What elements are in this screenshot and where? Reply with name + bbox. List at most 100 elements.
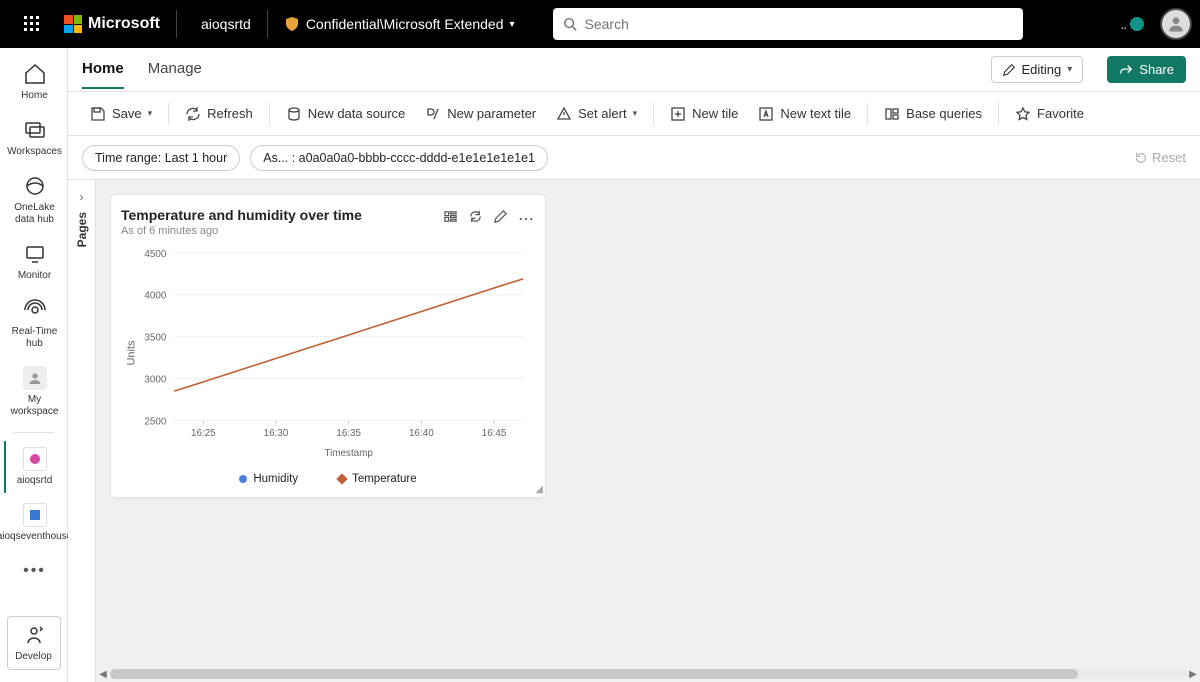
queries-icon [884,106,900,122]
chart-tile[interactable]: Temperature and humidity over time As of… [110,194,546,498]
nav-realtime[interactable]: Real-Time hub [4,292,64,356]
presence-indicator: .. [1120,16,1144,32]
set-alert-button[interactable]: Set alert ▾ [548,100,645,128]
time-range-pill[interactable]: Time range: Last 1 hour [82,145,240,171]
shield-icon [284,16,300,32]
parameter-pill[interactable]: As... : a0a0a0a0-bbbb-cccc-dddd-e1e1e1e1… [250,145,548,171]
nav-onelake[interactable]: OneLake data hub [4,168,64,232]
left-nav: Home Workspaces OneLake data hub Monitor… [0,48,68,682]
parameter-icon [425,106,441,122]
monitor-icon [23,242,47,266]
filter-row: Time range: Last 1 hour As... : a0a0a0a0… [68,136,1200,180]
app-launcher-button[interactable] [8,0,56,48]
canvas-body[interactable]: Temperature and humidity over time As of… [96,180,1200,682]
chart-legend: Humidity Temperature [121,463,535,489]
scroll-track[interactable] [110,669,1186,679]
nav-item-aioqsrtd[interactable]: aioqsrtd [4,441,64,493]
tile-more-button[interactable]: ⋯ [518,209,535,229]
base-queries-button[interactable]: Base queries [876,100,990,128]
reset-label: Reset [1152,150,1186,165]
new-text-tile-button[interactable]: New text tile [750,100,859,128]
refresh-label: Refresh [207,106,253,121]
pages-label: Pages [75,212,89,247]
new-parameter-label: New parameter [447,106,536,121]
tenant-name[interactable]: aioqsrtd [185,10,268,38]
scroll-right-arrow[interactable]: ▶ [1186,669,1200,680]
nav-my-workspace[interactable]: My workspace [4,360,64,424]
pages-rail[interactable]: › Pages [68,180,96,682]
nav-realtime-label: Real-Time hub [8,326,62,350]
search-container [531,8,1113,40]
search-box[interactable] [553,8,1023,40]
tab-home[interactable]: Home [82,50,124,89]
nav-workspaces[interactable]: Workspaces [4,112,64,164]
nav-my-workspace-label: My workspace [8,394,62,418]
chevron-down-icon: ▾ [148,108,153,119]
nav-onelake-label: OneLake data hub [8,202,62,226]
svg-text:2500: 2500 [144,416,166,427]
svg-text:3000: 3000 [144,374,166,385]
global-header: Microsoft aioqsrtd Confidential\Microsof… [0,0,1200,48]
more-icon: ••• [23,559,47,583]
scroll-left-arrow[interactable]: ◀ [96,669,110,680]
tile-refresh-button[interactable] [468,209,483,229]
tile-edit-button[interactable] [493,209,508,229]
favorite-button[interactable]: Favorite [1007,100,1092,128]
nav-item-eventhouse-label: aioqseventhouse [0,531,72,543]
editing-mode-dropdown[interactable]: Editing ▾ [991,56,1084,83]
chevron-down-icon: ▾ [509,19,514,30]
reset-button[interactable]: Reset [1134,150,1186,165]
microsoft-logo-icon [64,15,82,33]
chevron-right-icon[interactable]: › [80,190,84,204]
chevron-down-icon: ▾ [633,108,638,119]
share-button[interactable]: Share [1107,56,1186,83]
reset-icon [1134,151,1148,165]
tab-manage[interactable]: Manage [148,50,202,89]
nav-separator [14,432,54,433]
new-data-source-label: New data source [308,106,406,121]
nav-workspaces-label: Workspaces [7,146,62,158]
presence-dots-icon: .. [1120,16,1126,32]
nav-monitor-label: Monitor [18,270,51,282]
share-label: Share [1139,62,1174,77]
tile-data-grid-button[interactable] [443,209,458,229]
workspaces-icon [23,118,47,142]
search-input[interactable] [585,16,1013,32]
home-icon [23,62,47,86]
dashboard-canvas: › Pages Temperature and humidity over ti… [68,180,1200,682]
tile-title: Temperature and humidity over time [121,207,362,223]
nav-more[interactable]: ••• [4,553,64,589]
tabs-row: Home Manage Editing ▾ Share [68,48,1200,92]
scroll-thumb[interactable] [110,669,1078,679]
resize-handle[interactable]: ◢ [535,484,543,495]
nav-monitor[interactable]: Monitor [4,236,64,288]
sensitivity-dropdown[interactable]: Confidential\Microsoft Extended ▾ [276,16,523,32]
editing-label: Editing [1022,62,1062,77]
line-chart: 2500300035004000450016:2516:3016:3516:40… [121,243,535,460]
svg-text:16:30: 16:30 [264,428,289,439]
brand-text: Microsoft [88,15,160,33]
base-queries-label: Base queries [906,106,982,121]
person-square-icon [23,366,47,390]
new-data-source-button[interactable]: New data source [278,100,414,128]
new-tile-button[interactable]: New tile [662,100,746,128]
alert-icon [556,106,572,122]
text-tile-icon [758,106,774,122]
sensitivity-label: Confidential\Microsoft Extended [306,16,504,32]
account-button[interactable] [1160,8,1192,40]
save-button[interactable]: Save ▾ [82,100,160,128]
new-text-tile-label: New text tile [780,106,851,121]
microsoft-logo[interactable]: Microsoft [64,10,177,38]
nav-item-eventhouse[interactable]: aioqseventhouse [4,497,64,549]
refresh-button[interactable]: Refresh [177,100,261,128]
svg-text:16:40: 16:40 [409,428,434,439]
svg-text:4000: 4000 [144,291,166,302]
nav-develop[interactable]: Develop [7,616,61,670]
horizontal-scrollbar[interactable]: ◀ ▶ [96,666,1200,682]
new-parameter-button[interactable]: New parameter [417,100,544,128]
search-icon [563,17,577,31]
nav-home[interactable]: Home [4,56,64,108]
set-alert-label: Set alert [578,106,626,121]
svg-text:16:45: 16:45 [482,428,507,439]
presence-status-icon [1130,17,1144,31]
